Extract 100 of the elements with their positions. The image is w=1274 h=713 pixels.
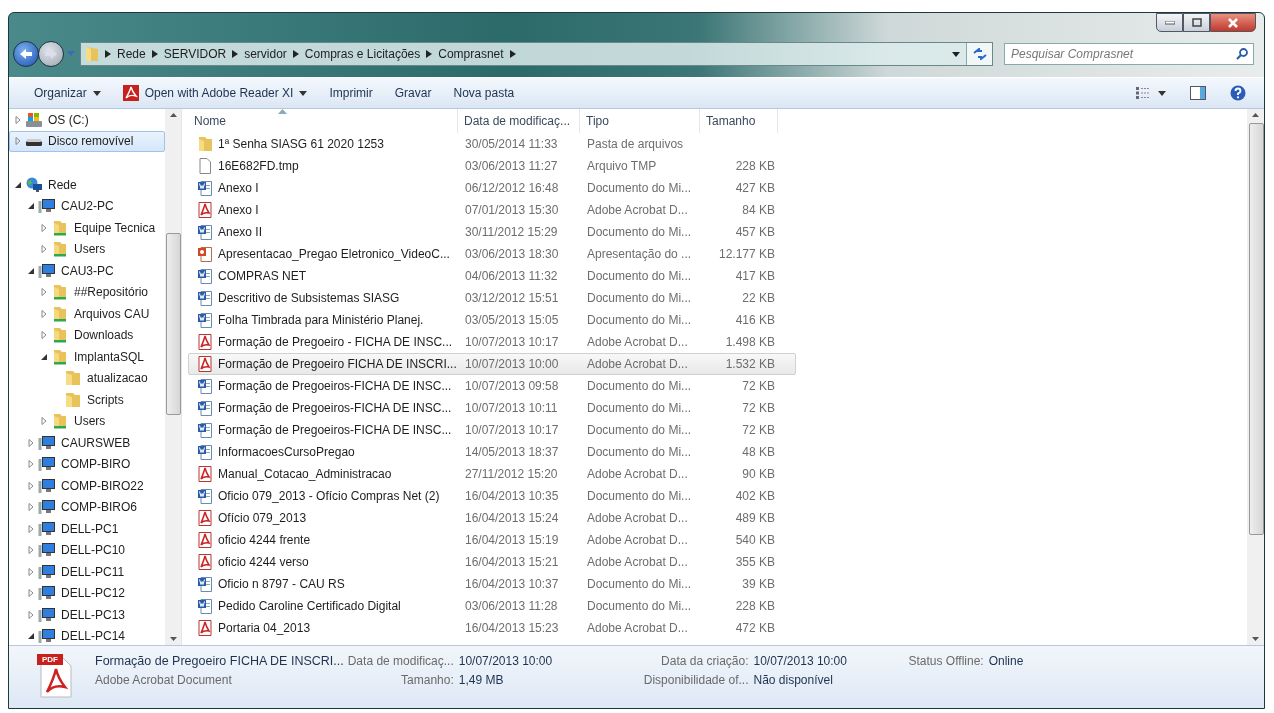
file-row[interactable]: Formação de Pregoeiro FICHA DE INSCRI... 10/07/2013 10:00 Adobe Acrobat D... 1.532 KB xyxy=(188,353,796,375)
file-row[interactable]: Formação de Pregoeiros-FICHA DE INSC... 10/07/2013 10:17 Documento do Mi... 72 KB xyxy=(188,419,796,441)
expand-arrow-icon[interactable] xyxy=(40,245,48,254)
tree-item[interactable]: DELL-PC14 xyxy=(9,625,165,645)
column-header[interactable]: Data de modificaç... xyxy=(458,109,580,133)
expand-arrow-icon[interactable] xyxy=(40,309,48,318)
collapse-arrow-icon[interactable] xyxy=(27,202,35,211)
file-row[interactable]: Pedido Caroline Certificado Digital 03/06/2013 11:28 Documento do Mi... 228 KB xyxy=(188,595,796,617)
scroll-up-icon[interactable] xyxy=(169,113,177,117)
file-row[interactable]: InformacoesCursoPregao 14/05/2013 18:37 Documento do Mi... 48 KB xyxy=(188,441,796,463)
breadcrumb-item[interactable]: SERVIDOR xyxy=(163,47,227,61)
chevron-right-icon[interactable] xyxy=(292,50,299,58)
tree-item[interactable]: COMP-BIRO xyxy=(9,453,165,475)
scrollbar[interactable] xyxy=(1247,109,1264,645)
toolbar-button[interactable]: Open with Adobe Reader XI xyxy=(113,81,317,105)
file-row[interactable]: Manual_Cotacao_Administracao 27/11/2012 15:20 Adobe Acrobat D... 90 KB xyxy=(188,463,796,485)
column-header[interactable]: Nome xyxy=(188,109,458,133)
expand-arrow-icon[interactable] xyxy=(14,115,22,124)
expand-arrow-icon[interactable] xyxy=(27,546,35,555)
expand-arrow-icon[interactable] xyxy=(27,610,35,619)
file-row[interactable]: Apresentacao_Pregao Eletronico_VideoC... 03/06/2013 18:30 Apresentação do ... 12.177 KB xyxy=(188,243,796,265)
collapse-arrow-icon[interactable] xyxy=(40,352,48,361)
expand-arrow-icon[interactable] xyxy=(27,524,35,533)
tree-item[interactable]: OS (C:) xyxy=(9,109,165,131)
file-row[interactable]: oficio 4244 verso 16/04/2013 15:21 Adobe Acrobat D... 355 KB xyxy=(188,551,796,573)
breadcrumb-item[interactable]: Rede xyxy=(117,47,146,61)
file-row[interactable]: Descritivo de Subsistemas SIASG 03/12/2012 15:51 Documento do Mi... 22 KB xyxy=(188,287,796,309)
file-row[interactable]: Oficio 079_2013 - Ofício Compras Net (2) 16/04/2013 10:35 Documento do Mi... 402 KB xyxy=(188,485,796,507)
tree-item[interactable]: Rede xyxy=(9,174,165,196)
file-row[interactable]: Formação de Pregoeiros-FICHA DE INSC... 10/07/2013 09:58 Documento do Mi... 72 KB xyxy=(188,375,796,397)
tree-item[interactable]: atualizacao xyxy=(9,367,165,389)
scroll-up-icon[interactable] xyxy=(1252,113,1259,117)
column-header[interactable]: Tamanho xyxy=(700,109,778,133)
tree-item[interactable]: ##Repositório xyxy=(9,281,165,303)
scroll-down-icon[interactable] xyxy=(169,637,177,641)
tree-item[interactable]: Downloads xyxy=(9,324,165,346)
chevron-right-icon[interactable] xyxy=(509,50,516,58)
expand-arrow-icon[interactable] xyxy=(27,481,35,490)
toolbar-button[interactable]: Imprimir xyxy=(320,82,382,104)
collapse-arrow-icon[interactable] xyxy=(27,266,35,275)
collapse-arrow-icon[interactable] xyxy=(14,180,22,189)
tree-item[interactable]: Equipe Tecnica xyxy=(9,217,165,239)
chevron-right-icon[interactable] xyxy=(105,50,111,58)
file-row[interactable]: Folha Timbrada para Ministério Planej. 03/05/2013 15:05 Documento do Mi... 416 KB xyxy=(188,309,796,331)
tree-item[interactable]: DELL-PC11 xyxy=(9,561,165,583)
chevron-right-icon[interactable] xyxy=(151,50,158,58)
search-icon[interactable] xyxy=(1236,48,1248,60)
scroll-thumb[interactable] xyxy=(166,233,181,415)
file-row[interactable]: Anexo II 30/11/2012 15:29 Documento do Mi... 457 KB xyxy=(188,221,796,243)
expand-arrow-icon[interactable] xyxy=(40,417,48,426)
tree-item[interactable]: DELL-PC10 xyxy=(9,539,165,561)
breadcrumb-item[interactable]: Compras e Licitações xyxy=(304,47,421,61)
chevron-right-icon[interactable] xyxy=(232,50,239,58)
tree-item[interactable]: ImplantaSQL xyxy=(9,346,165,368)
expand-arrow-icon[interactable] xyxy=(27,567,35,576)
address-bar[interactable]: Rede SERVIDOR servidor Compras e Licitações Comprasnet xyxy=(80,42,993,66)
file-row[interactable]: Formação de Pregoeiros-FICHA DE INSC... 10/07/2013 10:11 Documento do Mi... 72 KB xyxy=(188,397,796,419)
minimize-button[interactable] xyxy=(1156,13,1183,32)
scroll-thumb[interactable] xyxy=(1248,123,1264,535)
file-row[interactable]: 1ª Senha SIASG 61 2020 1253 30/05/2014 11:33 Pasta de arquivos xyxy=(188,133,796,155)
tree-item[interactable]: COMP-BIRO6 xyxy=(9,496,165,518)
chevron-right-icon[interactable] xyxy=(426,50,433,58)
file-row[interactable]: Anexo I 06/12/2012 16:48 Documento do Mi... 427 KB xyxy=(188,177,796,199)
toolbar-button[interactable]: Organizar xyxy=(25,82,110,104)
scroll-down-icon[interactable] xyxy=(1252,637,1259,641)
tree-item[interactable]: DELL-PC1 xyxy=(9,518,165,540)
file-row[interactable]: Formação de Pregoeiro - FICHA DE INSC... 10/07/2013 10:17 Adobe Acrobat D... 1.498 KB xyxy=(188,331,796,353)
tree-item[interactable]: CAU3-PC xyxy=(9,260,165,282)
tree-item[interactable]: Disco removível xyxy=(9,130,165,152)
expand-arrow-icon[interactable] xyxy=(40,223,48,232)
expand-arrow-icon[interactable] xyxy=(27,503,35,512)
tree-item[interactable]: CAURSWEB xyxy=(9,432,165,454)
maximize-button[interactable] xyxy=(1183,13,1210,32)
tree-item[interactable]: COMP-BIRO22 xyxy=(9,475,165,497)
column-header[interactable]: Tipo xyxy=(580,109,700,133)
tree-item[interactable]: Users xyxy=(9,410,165,432)
tree-item[interactable]: Arquivos CAU xyxy=(9,303,165,325)
file-row[interactable]: Ofício 079_2013 16/04/2013 15:24 Adobe Acrobat D... 489 KB xyxy=(188,507,796,529)
breadcrumb-item[interactable]: servidor xyxy=(244,47,287,61)
expand-arrow-icon[interactable] xyxy=(40,331,48,340)
search-field[interactable]: Pesquisar Comprasnet xyxy=(1004,43,1254,65)
forward-button[interactable] xyxy=(38,41,64,67)
tree-item[interactable]: DELL-PC13 xyxy=(9,604,165,626)
dropdown-caret-icon[interactable] xyxy=(952,51,960,57)
refresh-button[interactable] xyxy=(966,43,992,65)
expand-arrow-icon[interactable] xyxy=(27,460,35,469)
tree-item[interactable]: Users xyxy=(9,238,165,260)
expand-arrow-icon[interactable] xyxy=(40,288,48,297)
toolbar-button[interactable]: Nova pasta xyxy=(444,82,524,104)
file-row[interactable]: oficio 4244 frente 16/04/2013 15:19 Adobe Acrobat D... 540 KB xyxy=(188,529,796,551)
close-button[interactable] xyxy=(1210,13,1256,32)
scrollbar[interactable] xyxy=(165,109,181,645)
tree-item[interactable]: Scripts xyxy=(9,389,165,411)
expand-arrow-icon[interactable] xyxy=(14,137,22,146)
file-row[interactable]: Anexo I 07/01/2013 15:30 Adobe Acrobat D... 84 KB xyxy=(188,199,796,221)
collapse-arrow-icon[interactable] xyxy=(27,632,35,641)
toolbar-button[interactable]: Gravar xyxy=(385,82,441,104)
expand-arrow-icon[interactable] xyxy=(27,438,35,447)
file-row[interactable]: 16E682FD.tmp 03/06/2013 11:27 Arquivo TMP 228 KB xyxy=(188,155,796,177)
expand-arrow-icon[interactable] xyxy=(27,589,35,598)
